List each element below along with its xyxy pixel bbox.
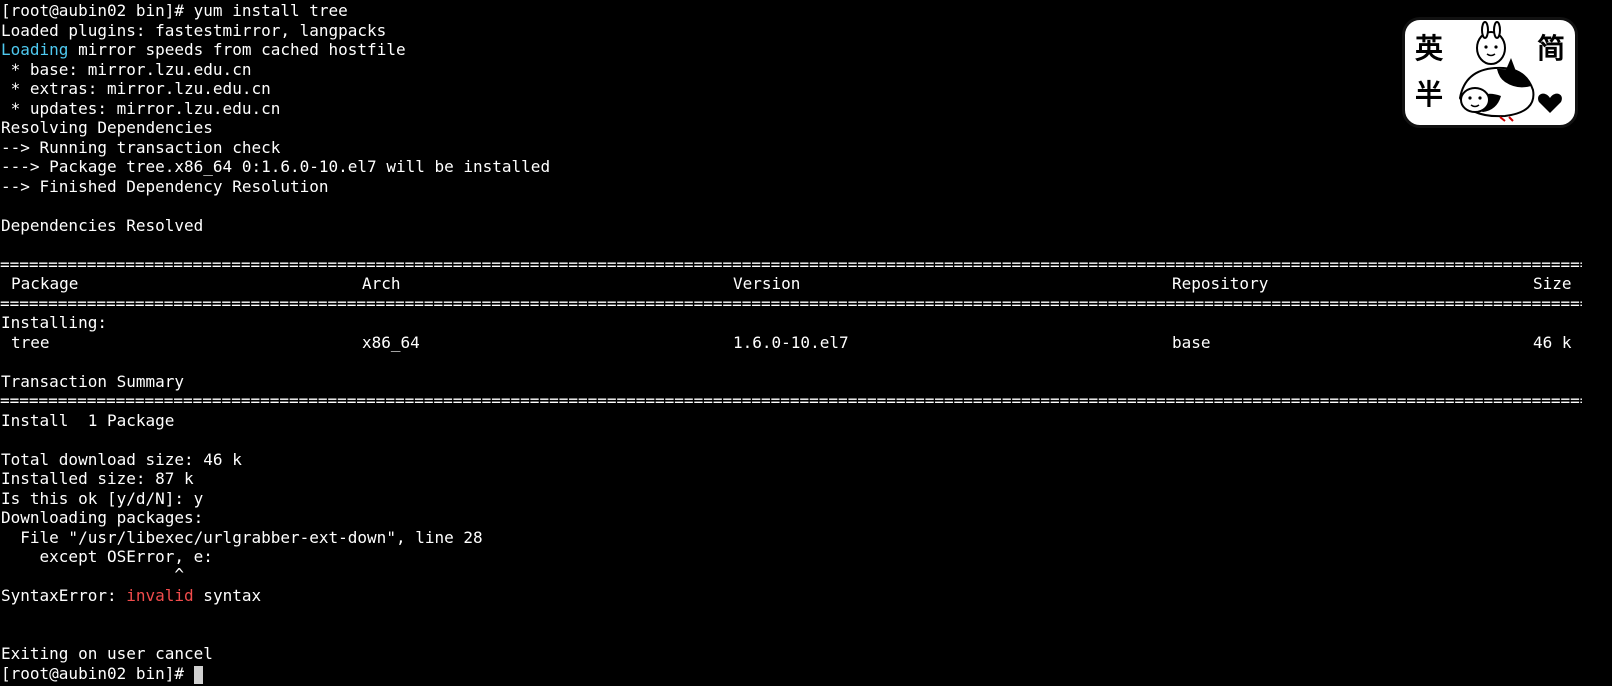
output-line: except OSError, e: [1,547,213,566]
row-package: tree [11,333,50,352]
header-size: Size [1533,274,1572,293]
error-line: SyntaxError: invalid syntax [1,586,261,606]
separator-line: ========================================… [0,255,1582,274]
output-line: --> Finished Dependency Resolution [1,177,329,196]
output-line: Installed size: 87 k [1,469,194,488]
output-text: SyntaxError: [1,586,127,605]
header-version: Version [733,274,801,293]
output-line: Exiting on user cancel [1,644,213,663]
output-text: syntax [193,586,262,605]
output-line: * updates: mirror.lzu.edu.cn [1,99,281,118]
output-line: Transaction Summary [1,372,185,391]
row-version: 1.6.0-10.el7 [733,333,849,352]
command-line: [root@aubin02 bin]# yum install tree [1,1,348,20]
cartoon-cats-icon [1458,21,1562,122]
header-package: Package [11,274,79,293]
sticker-image: 英 简 半 [1402,17,1578,128]
output-line: * extras: mirror.lzu.edu.cn [1,79,271,98]
header-repository: Repository [1172,274,1269,293]
output-line: Loaded plugins: fastestmirror, langpacks [1,21,387,40]
row-size: 46 k [1533,333,1572,352]
cursor-block [193,666,203,684]
separator-line: ========================================… [0,294,1582,313]
output-line: * base: mirror.lzu.edu.cn [1,60,252,79]
output-text: mirror speeds from cached hostfile [68,40,406,59]
output-line: Install 1 Package [1,411,175,430]
error-word: invalid [126,586,194,605]
output-line: Downloading packages: [1,508,204,527]
output-line: Is this ok [y/d/N]: y [1,489,204,508]
output-line: Resolving Dependencies [1,118,213,137]
loading-word: Loading [1,40,69,59]
output-line: --> Running transaction check [1,138,281,157]
table-row: tree x86_64 1.6.0-10.el7 base 46 k [0,333,1582,353]
output-line: ---> Package tree.x86_64 0:1.6.0-10.el7 … [1,157,551,176]
row-arch: x86_64 [362,333,420,352]
prompt-text: [root@aubin02 bin]# [1,664,194,683]
output-line: Installing: [1,313,107,332]
header-arch: Arch [362,274,401,293]
row-repository: base [1172,333,1211,352]
table-header: Package Arch Version Repository Size [0,274,1582,294]
output-line: Loading mirror speeds from cached hostfi… [1,40,406,60]
output-line: ^ [1,565,185,584]
prompt-line[interactable]: [root@aubin02 bin]# [1,664,203,684]
separator-line: ========================================… [0,391,1582,410]
output-line: Dependencies Resolved [1,216,204,235]
output-line: Total download size: 46 k [1,450,242,469]
output-line: File "/usr/libexec/urlgrabber-ext-down",… [1,528,483,547]
